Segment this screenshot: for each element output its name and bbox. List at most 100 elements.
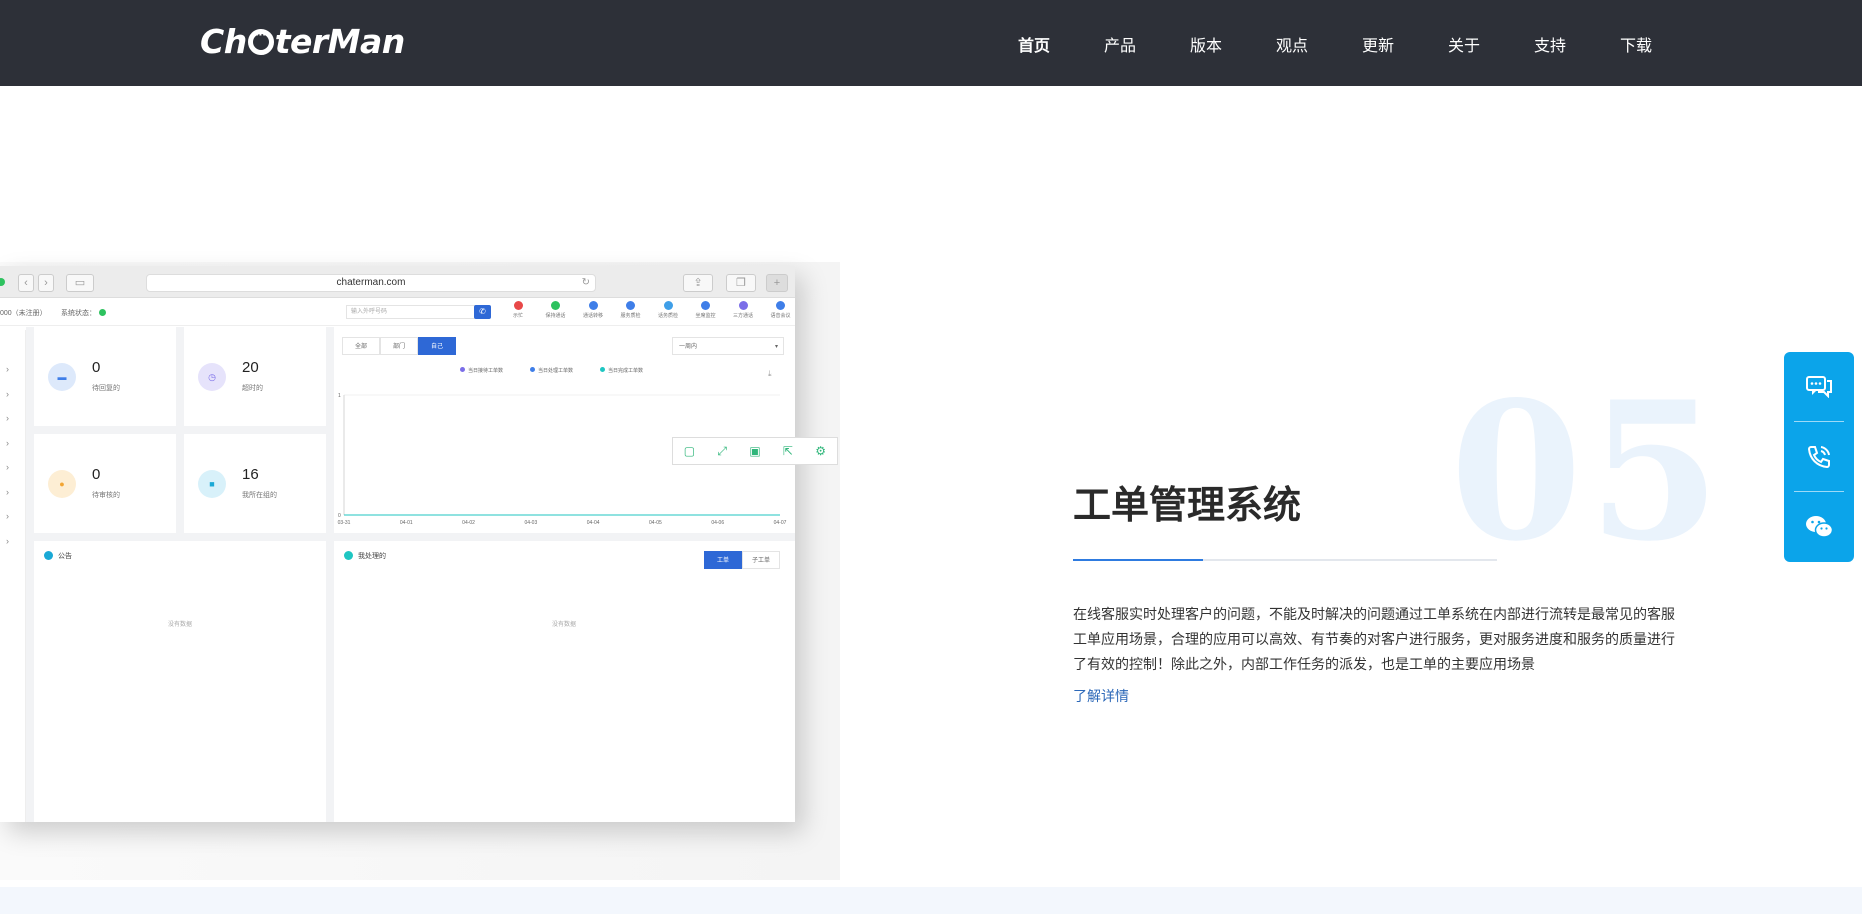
chart-toolbar: ▢ ⤢ ▣ ⇱ ⚙: [672, 437, 838, 465]
chevron-right-icon: ›: [6, 413, 9, 423]
nav-item[interactable]: 版本: [1190, 32, 1276, 56]
description-line: 了有效的控制！除此之外，内部工作任务的派发，也是工单的主要应用场景: [1073, 657, 1535, 673]
tool-icon: [551, 301, 560, 310]
tool-icon: [776, 301, 785, 310]
side-menu: › › › › › › › ›: [0, 330, 26, 822]
x-tick-label: 04-01: [400, 520, 413, 526]
section-number: 05: [1450, 360, 1727, 583]
stat-value: 20: [242, 359, 259, 376]
stat-card: ■ 16 我所在组的: [184, 434, 326, 533]
stat-label: 我所在组的: [242, 492, 277, 499]
x-tick-label: 04-04: [587, 520, 600, 526]
wechat-button[interactable]: [1784, 492, 1854, 562]
tool-label: 三方通话: [732, 313, 753, 319]
fullscreen-icon: ⤢: [717, 444, 727, 458]
product-screenshot: ‹ › ▭ chaterman.com ↻ ⇪ ❐ + 000（未注册） 系统状态…: [0, 266, 795, 822]
nav-item[interactable]: 首页: [1018, 32, 1104, 56]
stat-card: ● 0 待审核的: [34, 434, 176, 533]
app-header: 000（未注册） 系统状态： 输入外呼号码 ✆ 示忙 保持通话 通话转移 服务质检 话务…: [0, 298, 795, 326]
user-icon: ●: [48, 470, 76, 498]
tool-item: 服务质检: [616, 301, 646, 319]
chevron-right-icon: ›: [6, 364, 9, 374]
tool-icon: [588, 301, 598, 310]
x-tick-label: 04-02: [462, 520, 475, 526]
select-icon: ▢: [683, 444, 696, 458]
nav-item[interactable]: 下载: [1620, 32, 1706, 56]
system-status: 系统状态：: [61, 308, 106, 318]
stat-card: ▬ 0 待回复的: [34, 327, 176, 426]
y-tick-label: 1: [338, 393, 341, 399]
next-section-band: [0, 887, 1862, 914]
tool-label: 话务质检: [657, 313, 678, 319]
empty-text: 没有数据: [168, 622, 193, 628]
nav-item[interactable]: 关于: [1448, 32, 1534, 56]
save-icon: ▣: [749, 444, 761, 458]
tool-label: 坐席监控: [695, 313, 716, 319]
title-underline: [1073, 559, 1497, 561]
reload-icon: ↻: [581, 277, 590, 288]
stat-label: 待回复的: [92, 385, 120, 392]
chat-icon: [1806, 376, 1832, 398]
wechat-icon: [1806, 516, 1833, 538]
tab-workorder: 工单: [704, 551, 742, 569]
tool-icon: [513, 301, 523, 310]
x-tick-label: 04-07: [774, 520, 787, 526]
export-icon: ⇱: [782, 444, 793, 458]
chat-icon: ▬: [48, 363, 76, 391]
empty-text: 没有数据: [552, 622, 577, 628]
clock-icon: ◷: [198, 363, 226, 391]
panel-title: 我处理的: [358, 553, 386, 560]
stat-value: 0: [92, 359, 101, 376]
handled-icon: [344, 551, 353, 560]
tabs-icon: ❐: [726, 274, 756, 292]
sidebar-icon: ▭: [66, 274, 94, 292]
panel-title: 公告: [58, 553, 72, 560]
tool-item: 三方通话: [728, 301, 758, 319]
main-nav: 首页 产品 版本 观点 更新 关于 支持 下载: [1018, 32, 1706, 56]
tool-label: 保持通话: [545, 313, 566, 319]
learn-more-link[interactable]: 了解详情: [1073, 686, 1129, 706]
description-line: 在线客服实时处理客户的问题，不能及时解决的问题通过工单系统在内部进行流转是最常见…: [1073, 607, 1675, 623]
section-title: 工单管理系统: [1073, 483, 1302, 527]
status-dot-icon: [99, 309, 106, 316]
tool-label: 通话转移: [582, 313, 603, 319]
nav-item[interactable]: 更新: [1362, 32, 1448, 56]
account-text: 000（未注册）: [0, 310, 47, 317]
top-navbar: ChterMan 首页产品版本观点更新关于支持下载: [0, 0, 1862, 86]
phone-call-icon: [1807, 446, 1830, 469]
y-tick-label: 0: [338, 513, 341, 519]
window-dot: [0, 278, 5, 286]
chat-button[interactable]: [1784, 352, 1854, 422]
tool-label: 服务质检: [620, 313, 641, 319]
x-tick-label: 03-31: [338, 520, 351, 526]
back-icon: ‹: [18, 274, 34, 292]
logo[interactable]: ChterMan: [200, 22, 405, 61]
phone-icon: ✆: [474, 305, 491, 319]
nav-item[interactable]: 产品: [1104, 32, 1190, 56]
chart-card: 全部 部门 自己 一周内 ▾ ⤓ 当日接待工单数 当日处理工单数 当日完成工单数 0 1 03…: [334, 327, 795, 533]
url-bar: chaterman.com ↻: [146, 274, 596, 292]
forward-icon: ›: [38, 274, 54, 292]
stat-label: 超时的: [242, 385, 263, 392]
chevron-right-icon: ›: [6, 388, 9, 399]
chevron-right-icon: ›: [6, 486, 9, 497]
phone-button[interactable]: [1784, 422, 1854, 492]
tool-item: 语音会议: [766, 301, 796, 319]
chevron-right-icon: ›: [6, 437, 9, 448]
dashboard: ▬ 0 待回复的 ◷ 20 超时的 ● 0 待审核的 ■ 16 我所在组的 全部 部门 自己 一周内 ▾ ⤓…: [26, 327, 795, 822]
notice-panel: 公告 没有数据: [34, 541, 326, 822]
tool-item: 示忙: [503, 301, 533, 319]
nav-item[interactable]: 观点: [1276, 32, 1362, 56]
description-line: 工单应用场景，合理的应用可以高效、有节奏的对客户进行服务，更对服务进度和服务的质…: [1073, 632, 1675, 648]
tool-icon: [701, 301, 710, 310]
tool-label: 示忙: [512, 313, 523, 319]
chevron-right-icon: ›: [6, 462, 9, 472]
x-tick-label: 04-05: [649, 520, 662, 526]
chevron-right-icon: ›: [6, 511, 9, 521]
stat-card: ◷ 20 超时的: [184, 327, 326, 426]
tool-icon: [663, 301, 673, 310]
nav-item[interactable]: 支持: [1534, 32, 1620, 56]
tool-label: 语音会议: [770, 313, 791, 319]
settings-icon: ⚙: [815, 444, 826, 458]
stat-value: 16: [242, 466, 259, 483]
